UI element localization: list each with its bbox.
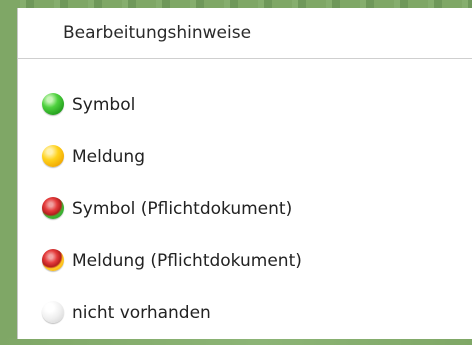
edit-hints-menu: Bearbeitungshinweise Symbol Meldung Symb… — [17, 8, 472, 339]
yellow-status-dot-icon — [42, 145, 64, 167]
menu-item-label: Symbol (Pflichtdokument) — [72, 199, 293, 219]
menu-item-nicht-vorhanden[interactable]: nicht vorhanden — [18, 288, 472, 340]
menu-item-label: Meldung (Pflichtdokument) — [72, 251, 302, 271]
menu-divider — [18, 58, 472, 59]
menu-title: Bearbeitungshinweise — [63, 23, 252, 43]
red-yellow-status-dot-icon — [42, 249, 64, 271]
menu-item-meldung[interactable]: Meldung — [18, 132, 472, 184]
menu-item-label: Meldung — [72, 147, 145, 167]
green-status-dot-icon — [42, 93, 64, 115]
menu-item-meldung-pflichtdokument[interactable]: Meldung (Pflichtdokument) — [18, 236, 472, 288]
background-strip-top — [0, 0, 472, 8]
menu-item-label: nicht vorhanden — [72, 303, 211, 323]
menu-item-symbol-pflichtdokument[interactable]: Symbol (Pflichtdokument) — [18, 184, 472, 236]
red-green-status-dot-icon — [42, 197, 64, 219]
menu-header: Bearbeitungshinweise — [18, 8, 472, 58]
menu-item-label: Symbol — [72, 95, 136, 115]
grey-status-dot-icon — [42, 301, 64, 323]
menu-item-symbol[interactable]: Symbol — [18, 80, 472, 132]
